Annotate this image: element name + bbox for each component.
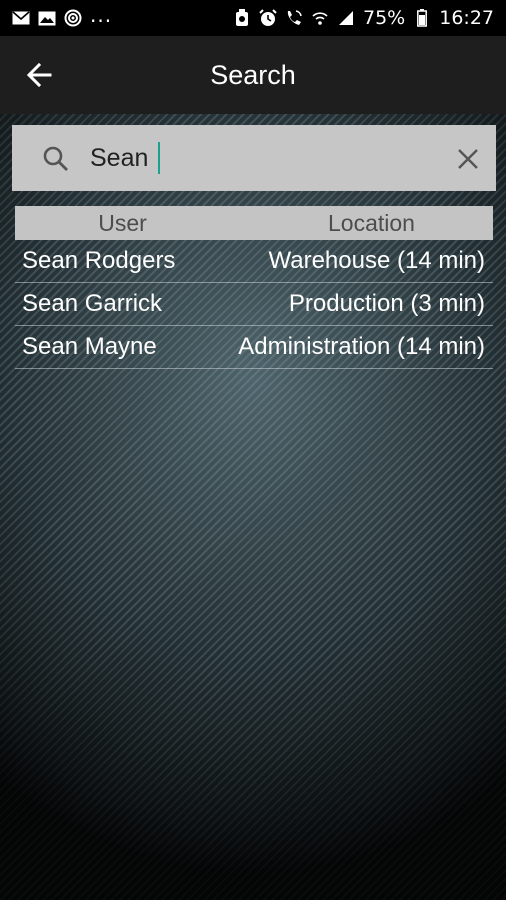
table-header: User Location [15, 206, 493, 240]
search-bar [12, 125, 496, 191]
status-bar: ... 75% 16:27 [0, 0, 506, 36]
notification-overflow: ... [90, 3, 113, 27]
table-row[interactable]: Sean Garrick Production (3 min) [15, 283, 493, 326]
search-icon[interactable] [42, 145, 70, 173]
row-location: Production (3 min) [288, 290, 485, 317]
close-icon[interactable] [454, 145, 482, 173]
row-location: Warehouse (14 min) [268, 247, 485, 274]
results-table: User Location Sean Rodgers Warehouse (14… [15, 206, 493, 369]
battery-percent: 75% [363, 7, 406, 29]
target-icon [64, 9, 82, 27]
status-bar-right: 75% 16:27 [233, 7, 494, 29]
column-header-user[interactable]: User [15, 210, 230, 237]
column-header-location[interactable]: Location [230, 210, 493, 237]
alarm-icon [259, 9, 277, 27]
app-bar: Search [0, 36, 506, 114]
battery-icon [413, 9, 431, 27]
row-user: Sean Garrick [22, 290, 163, 317]
wifi-icon [311, 9, 329, 27]
wifi-call-icon [285, 9, 303, 27]
table-row[interactable]: Sean Rodgers Warehouse (14 min) [15, 240, 493, 283]
text-cursor [158, 142, 160, 174]
search-input[interactable] [90, 140, 420, 176]
app-badge-icon [233, 9, 251, 27]
signal-icon [337, 9, 355, 27]
table-row[interactable]: Sean Mayne Administration (14 min) [15, 326, 493, 369]
page-title: Search [210, 60, 296, 90]
row-user: Sean Rodgers [22, 247, 176, 274]
row-user: Sean Mayne [22, 333, 157, 360]
row-location: Administration (14 min) [238, 333, 485, 360]
image-icon [38, 9, 56, 27]
mail-icon [12, 9, 30, 27]
clock: 16:27 [439, 7, 494, 29]
status-bar-left: ... [12, 3, 112, 27]
